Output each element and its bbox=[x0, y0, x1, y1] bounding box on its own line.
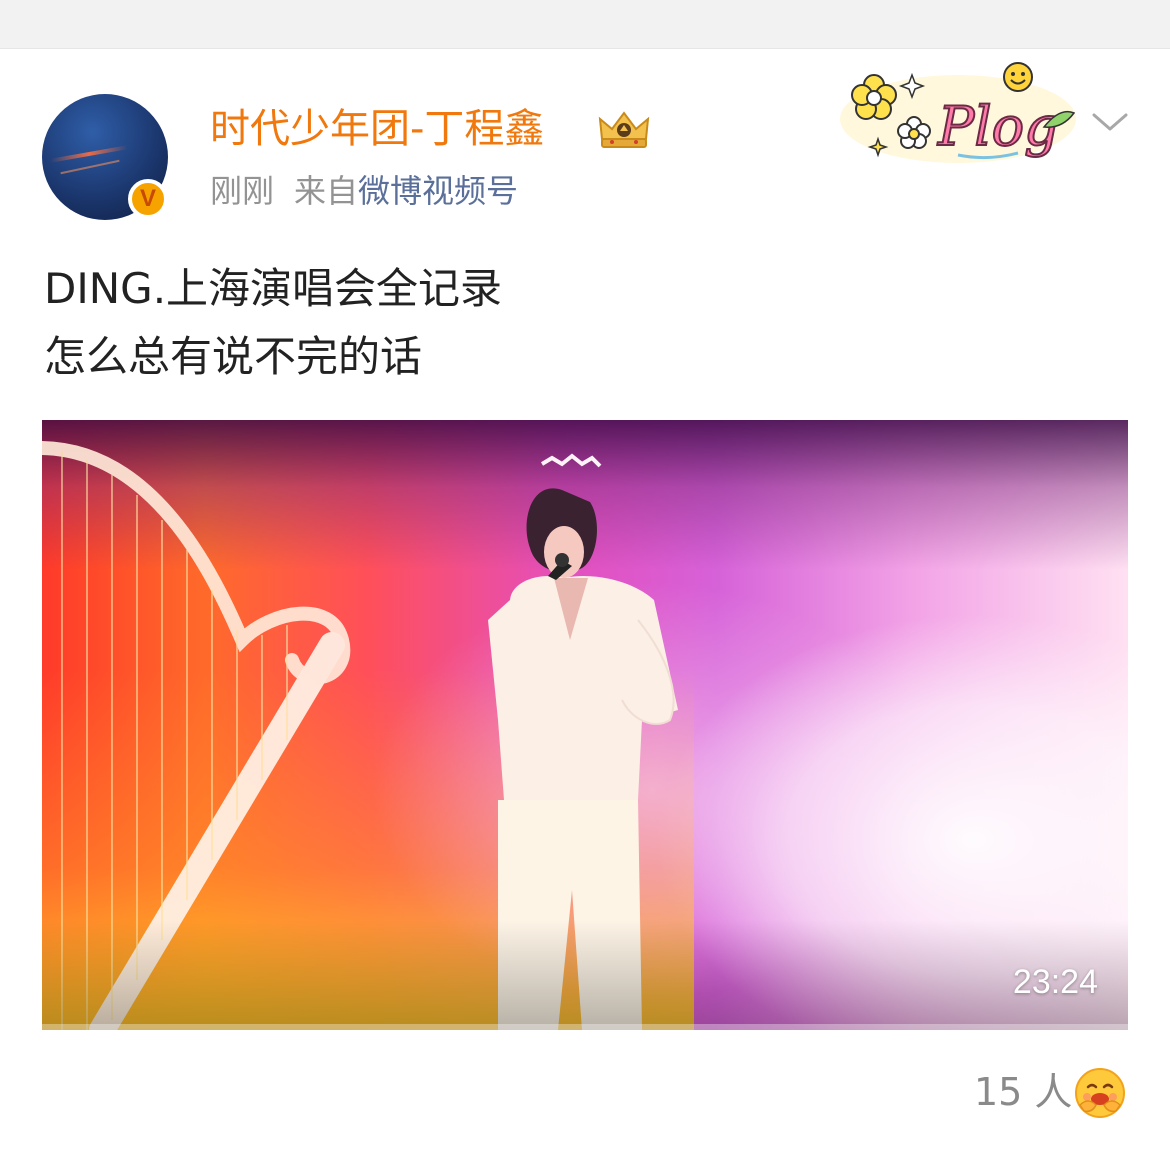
verified-badge: V bbox=[128, 179, 168, 219]
source-prefix: 来自 bbox=[294, 172, 359, 210]
post-time: 刚刚 bbox=[210, 172, 275, 210]
video-player[interactable]: 23:24 bbox=[42, 420, 1128, 1030]
svg-text:Plog: Plog bbox=[937, 95, 1059, 158]
source-link[interactable]: 微博视频号 bbox=[358, 172, 518, 210]
crown-icon bbox=[598, 111, 650, 148]
post-text-line-2: 怎么总有说不完的话 bbox=[44, 332, 423, 381]
username[interactable]: 时代少年团-丁程鑫 bbox=[210, 105, 544, 153]
video-bottom-shade bbox=[42, 920, 1128, 1030]
weibo-post-card: V 时代少年团-丁程鑫 刚刚 来自微博视频号 Plog DING.上海演唱会全记… bbox=[0, 49, 1170, 1159]
chevron-down-icon[interactable] bbox=[1090, 107, 1130, 137]
verified-badge-label: V bbox=[139, 185, 156, 212]
hug-emoji-icon[interactable] bbox=[1074, 1067, 1126, 1119]
avatar-light-streak-2 bbox=[60, 159, 120, 175]
reaction-count[interactable]: 15 人 bbox=[974, 1069, 1072, 1115]
video-duration: 23:24 bbox=[1012, 963, 1098, 1001]
post-meta: 刚刚 来自微博视频号 bbox=[210, 171, 518, 211]
post-text: DING.上海演唱会全记录 怎么总有说不完的话 bbox=[44, 255, 1124, 391]
plog-sticker: Plog bbox=[840, 62, 1076, 163]
video-progress-track[interactable] bbox=[42, 1024, 1128, 1030]
post-text-line-1: DING.上海演唱会全记录 bbox=[44, 264, 503, 313]
feed-separator bbox=[0, 0, 1170, 49]
